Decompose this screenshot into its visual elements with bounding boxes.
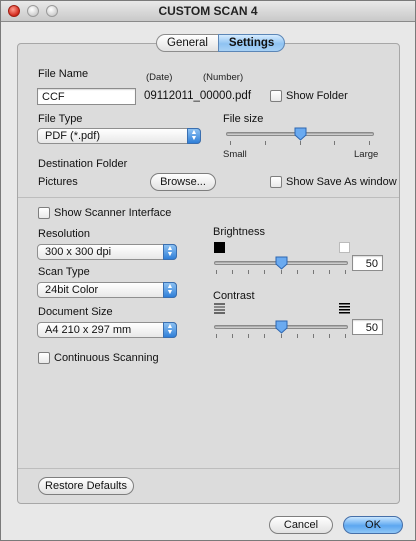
footer-divider xyxy=(18,468,399,469)
destination-folder-value: Pictures xyxy=(38,176,78,188)
file-name-label: File Name xyxy=(38,68,89,80)
show-scanner-interface-checkbox[interactable] xyxy=(38,207,50,219)
contrast-ticks xyxy=(216,334,346,338)
ok-button[interactable]: OK xyxy=(343,516,403,534)
number-label: (Number) xyxy=(203,72,244,83)
title-bar[interactable]: CUSTOM SCAN 4 xyxy=(1,1,415,22)
brightness-slider-thumb[interactable] xyxy=(275,256,288,270)
document-size-label: Document Size xyxy=(38,306,113,318)
contrast-slider-thumb[interactable] xyxy=(275,320,288,334)
generated-file-name: 09112011_00000.pdf xyxy=(144,90,252,102)
show-save-as-label: Show Save As window xyxy=(286,176,397,188)
show-folder-checkbox[interactable] xyxy=(270,90,282,102)
show-scanner-interface-label: Show Scanner Interface xyxy=(54,207,172,219)
light-swatch-icon xyxy=(339,242,350,253)
resolution-select[interactable]: 300 x 300 dpi ▲ ▼ xyxy=(37,244,177,260)
popup-arrows-icon: ▲ ▼ xyxy=(163,322,177,338)
continuous-scanning-checkbox[interactable] xyxy=(38,352,50,364)
file-type-select[interactable]: PDF (*.pdf) ▲ ▼ xyxy=(37,128,201,144)
custom-scan-dialog: CUSTOM SCAN 4 General Settings File Name… xyxy=(0,0,416,541)
scan-type-value: 24bit Color xyxy=(45,284,99,296)
file-size-small-label: Small xyxy=(223,149,247,160)
resolution-label: Resolution xyxy=(38,228,90,240)
file-type-value: PDF (*.pdf) xyxy=(45,130,101,142)
tab-bar: General Settings xyxy=(156,34,286,52)
continuous-scanning-label: Continuous Scanning xyxy=(54,352,159,364)
brightness-ticks xyxy=(216,270,346,274)
contrast-label: Contrast xyxy=(213,290,255,302)
low-contrast-icon xyxy=(214,303,225,314)
document-size-value: A4 210 x 297 mm xyxy=(45,324,132,336)
show-save-as-checkbox[interactable] xyxy=(270,176,282,188)
file-size-large-label: Large xyxy=(354,149,379,160)
scan-type-select[interactable]: 24bit Color ▲ ▼ xyxy=(37,282,177,298)
high-contrast-icon xyxy=(339,303,350,314)
file-size-label: File size xyxy=(223,113,264,125)
tab-general[interactable]: General xyxy=(156,34,218,52)
file-name-input[interactable]: CCF xyxy=(37,88,136,105)
contrast-value-field[interactable]: 50 xyxy=(352,319,383,335)
dark-swatch-icon xyxy=(214,242,225,253)
cancel-button[interactable]: Cancel xyxy=(269,516,333,534)
destination-folder-label: Destination Folder xyxy=(38,158,128,170)
date-label: (Date) xyxy=(146,72,173,83)
restore-defaults-button[interactable]: Restore Defaults xyxy=(38,477,134,495)
section-divider xyxy=(18,197,399,198)
show-folder-label: Show Folder xyxy=(286,90,348,102)
brightness-label: Brightness xyxy=(213,226,265,238)
popup-arrows-icon: ▲ ▼ xyxy=(163,244,177,260)
popup-arrows-icon: ▲ ▼ xyxy=(163,282,177,298)
window-title: CUSTOM SCAN 4 xyxy=(158,4,258,18)
scan-type-label: Scan Type xyxy=(38,266,90,278)
brightness-value-field[interactable]: 50 xyxy=(352,255,383,271)
file-type-label: File Type xyxy=(38,113,83,125)
file-size-ticks xyxy=(230,141,370,145)
document-size-select[interactable]: A4 210 x 297 mm ▲ ▼ xyxy=(37,322,177,338)
tab-settings[interactable]: Settings xyxy=(217,34,286,52)
popup-arrows-icon: ▲ ▼ xyxy=(187,128,201,144)
file-size-slider-thumb[interactable] xyxy=(294,127,307,141)
resolution-value: 300 x 300 dpi xyxy=(45,246,112,258)
browse-button[interactable]: Browse... xyxy=(150,173,216,191)
settings-panel: File Name (Date) (Number) CCF 09112011_0… xyxy=(17,43,400,504)
